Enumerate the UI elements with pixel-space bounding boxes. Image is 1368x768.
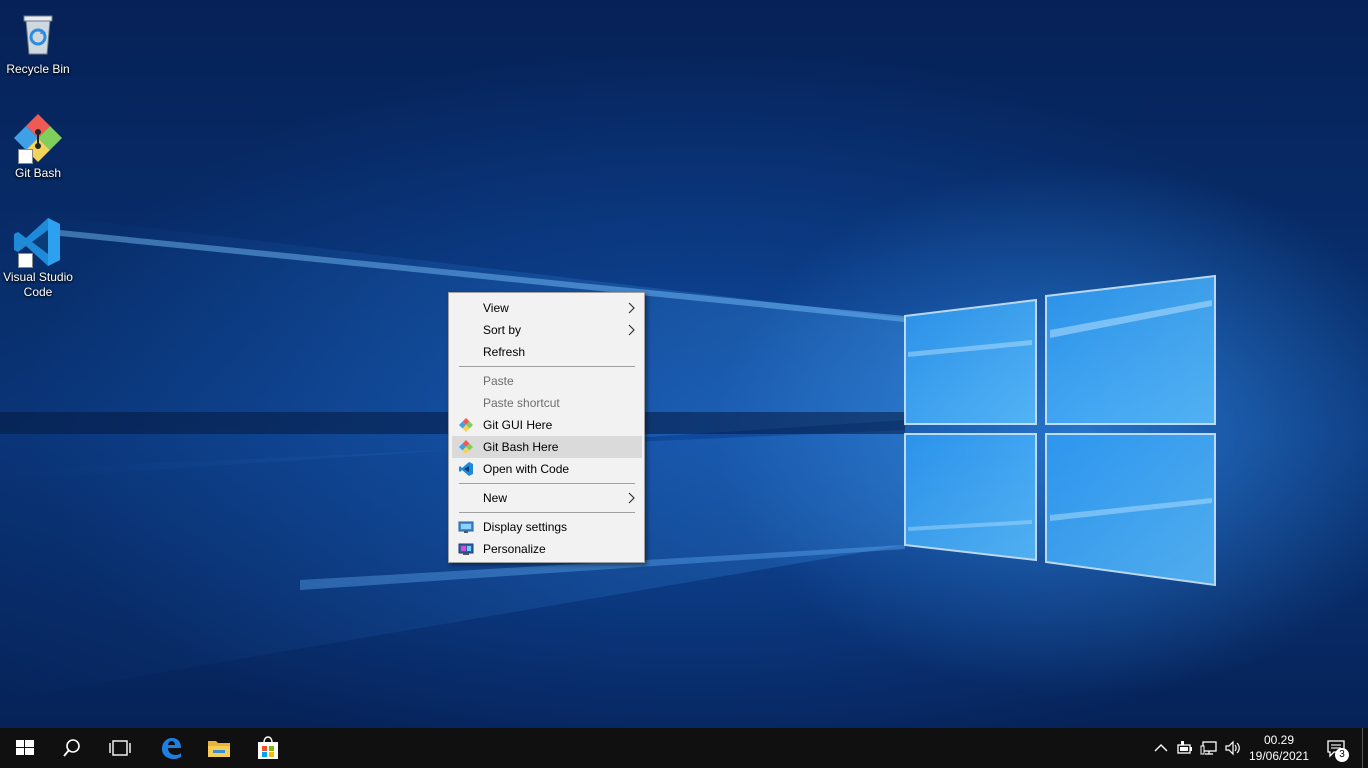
menu-item-personalize[interactable]: Personalize [452, 538, 642, 560]
git-icon [12, 112, 64, 164]
vscode-icon [12, 216, 64, 268]
menu-item-view[interactable]: View [452, 297, 642, 319]
menu-separator [459, 512, 635, 513]
shortcut-arrow-icon [18, 149, 33, 164]
show-desktop-button[interactable] [1362, 728, 1363, 768]
menu-item-label: Paste [483, 374, 514, 388]
menu-item-git-bash-here[interactable]: Git Bash Here [452, 436, 642, 458]
menu-item-label: Refresh [483, 345, 526, 359]
vscode-icon [459, 462, 473, 476]
menu-separator [459, 366, 635, 367]
task-view-button[interactable] [96, 728, 144, 768]
shortcut-arrow-icon [18, 253, 33, 268]
taskbar-clock[interactable]: 00.29 19/06/2021 [1244, 732, 1314, 764]
menu-item-label: Display settings [483, 520, 568, 534]
menu-separator [459, 483, 635, 484]
menu-item-label: New [483, 491, 508, 505]
desktop-context-menu: View Sort by Refresh Paste Paste shortcu… [448, 292, 645, 563]
desktop-icon-label: Recycle Bin [6, 62, 70, 76]
recycle-bin-icon [12, 8, 64, 60]
vscode-desktop-icon[interactable]: Visual Studio Code [0, 216, 76, 300]
menu-item-label: Personalize [483, 542, 546, 556]
menu-item-git-gui-here[interactable]: Git GUI Here [452, 414, 642, 436]
menu-item-new[interactable]: New [452, 487, 642, 509]
clock-time: 00.29 [1263, 733, 1295, 747]
edge-icon [162, 738, 181, 759]
chevron-up-icon[interactable] [1152, 739, 1170, 757]
git-icon [459, 418, 473, 432]
menu-item-label: Git GUI Here [483, 418, 553, 432]
battery-icon[interactable] [1176, 739, 1194, 757]
menu-item-label: View [483, 301, 509, 315]
menu-item-label: Open with Code [483, 462, 570, 476]
chevron-right-icon [628, 302, 635, 314]
menu-item-sort-by[interactable]: Sort by [452, 319, 642, 341]
search-button[interactable] [48, 728, 96, 768]
notification-count-badge: 3 [1335, 748, 1349, 762]
menu-item-display-settings[interactable]: Display settings [452, 516, 642, 538]
file-explorer-taskbar-button[interactable] [195, 728, 243, 768]
store-bag-icon [258, 736, 278, 759]
menu-item-open-with-code[interactable]: Open with Code [452, 458, 642, 480]
taskbar: 00.29 19/06/2021 [0, 728, 1368, 768]
folder-icon [208, 741, 230, 757]
personalize-icon [458, 543, 474, 555]
display-icon [458, 521, 474, 533]
clock-date: 19/06/2021 [1248, 749, 1310, 763]
network-icon[interactable] [1200, 739, 1218, 757]
windows-logo-wallpaper [0, 210, 1216, 700]
chevron-right-icon [628, 492, 635, 504]
start-button[interactable] [0, 728, 48, 768]
store-taskbar-button[interactable] [244, 728, 292, 768]
menu-item-paste[interactable]: Paste [452, 370, 642, 392]
chevron-right-icon [628, 324, 635, 336]
menu-item-paste-shortcut[interactable]: Paste shortcut [452, 392, 642, 414]
git-bash-desktop-icon[interactable]: Git Bash [0, 112, 76, 181]
menu-item-label: Git Bash Here [483, 440, 559, 454]
windows-start-icon [16, 740, 34, 755]
task-view-icon [109, 740, 131, 756]
menu-item-label: Paste shortcut [483, 396, 560, 410]
desktop-icon-label: Visual Studio Code [3, 270, 73, 299]
menu-item-label: Sort by [483, 323, 522, 337]
desktop-wallpaper[interactable] [0, 0, 1368, 728]
volume-icon[interactable] [1224, 739, 1242, 757]
desktop-icon-label: Git Bash [14, 166, 62, 180]
menu-item-refresh[interactable]: Refresh [452, 341, 642, 363]
edge-taskbar-button[interactable] [146, 728, 194, 768]
recycle-bin-desktop-icon[interactable]: Recycle Bin [0, 8, 76, 77]
git-icon [459, 440, 473, 454]
search-icon [63, 739, 80, 757]
